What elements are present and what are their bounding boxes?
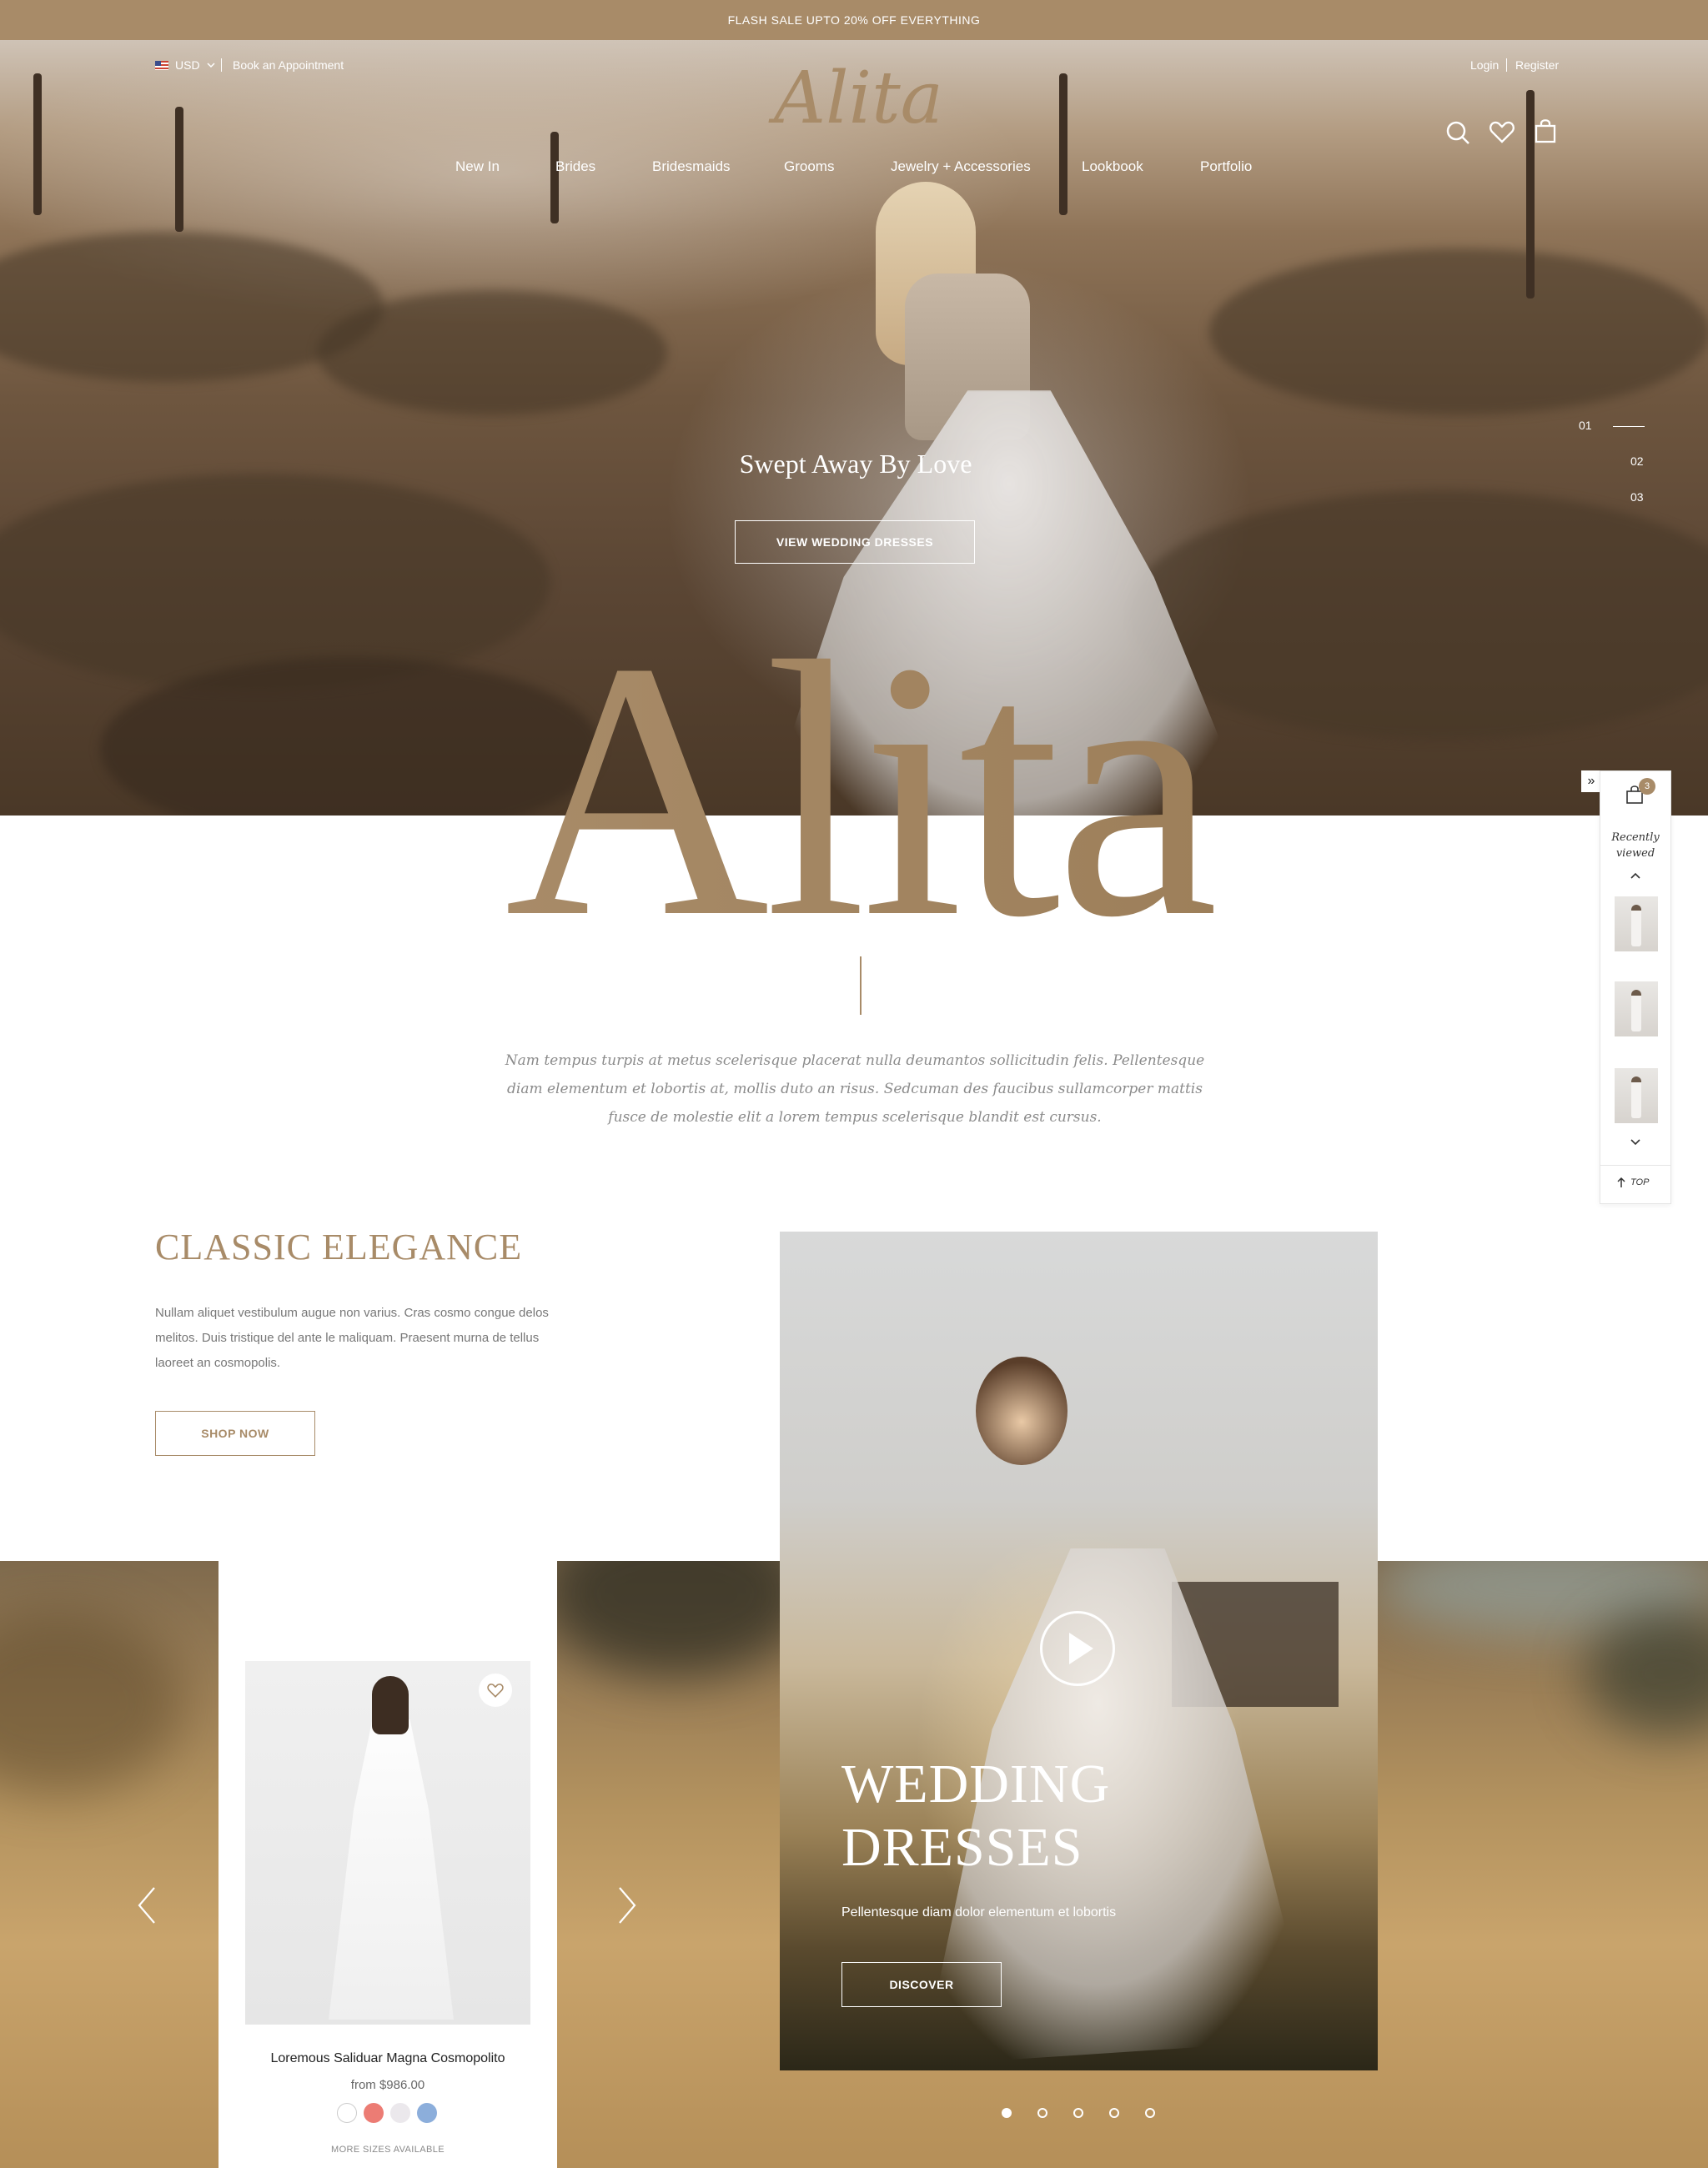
more-sizes-note: MORE SIZES AVAILABLE — [331, 2145, 445, 2155]
carousel-next-icon[interactable] — [617, 1886, 637, 1925]
promo-bar: FLASH SALE UPTO 20% OFF EVERYTHING — [0, 0, 1708, 40]
panel-collapse-button[interactable]: » — [1581, 770, 1601, 792]
panel-divider — [1600, 1165, 1670, 1166]
product-image[interactable] — [245, 1661, 530, 2025]
book-appointment-link[interactable]: Book an Appointment — [233, 58, 344, 72]
header-divider — [1506, 58, 1507, 72]
wedding-dresses-video-card: WEDDING DRESSES Pellentesque diam dolor … — [780, 1232, 1378, 2070]
discover-button[interactable]: DISCOVER — [841, 1962, 1002, 2007]
heart-icon[interactable] — [1489, 120, 1515, 143]
promo-text: FLASH SALE UPTO 20% OFF EVERYTHING — [727, 13, 981, 27]
nav-new-in[interactable]: New In — [455, 158, 500, 175]
big-wordmark: Alita — [505, 600, 1221, 951]
color-swatch[interactable] — [390, 2103, 410, 2123]
top-label: TOP — [1630, 1177, 1650, 1187]
view-wedding-dresses-button[interactable]: VIEW WEDDING DRESSES — [735, 520, 975, 564]
product-name[interactable]: Loremous Saliduar Magna Cosmopolito — [219, 2051, 557, 2066]
header-divider — [221, 58, 222, 72]
cart-count-badge: 3 — [1639, 778, 1655, 795]
shop-now-button[interactable]: SHOP NOW — [155, 1411, 315, 1456]
slide-number[interactable]: 02 — [1630, 454, 1644, 468]
nav-bridesmaids[interactable]: Bridesmaids — [652, 158, 731, 175]
play-button[interactable] — [1040, 1611, 1115, 1686]
nav-lookbook[interactable]: Lookbook — [1082, 158, 1143, 175]
heart-icon — [487, 1684, 504, 1698]
recently-viewed-label: Recently viewed — [1611, 831, 1660, 860]
classic-elegance-body: Nullam aliquet vestibulum augue non vari… — [155, 1306, 549, 1370]
currency-selector[interactable]: USD — [155, 58, 215, 72]
slide-number-active[interactable]: 01 — [1579, 419, 1592, 432]
slide-active-line — [1613, 426, 1645, 427]
recent-item-thumb[interactable] — [1615, 1068, 1658, 1123]
video-card-title: WEDDING DRESSES — [841, 1754, 1111, 1878]
divider-line — [860, 956, 862, 1015]
nav-brides[interactable]: Brides — [555, 158, 595, 175]
color-swatch[interactable] — [417, 2103, 437, 2123]
chevron-up-icon[interactable] — [1630, 871, 1641, 880]
product-card[interactable]: Loremous Saliduar Magna Cosmopolito from… — [219, 1561, 557, 2168]
play-icon — [1069, 1633, 1093, 1664]
carousel-prev-icon[interactable] — [137, 1886, 157, 1925]
chevron-down-icon[interactable] — [1630, 1138, 1641, 1147]
arrow-up-icon — [1617, 1177, 1625, 1187]
logo[interactable]: Alita — [774, 57, 943, 140]
register-link[interactable]: Register — [1515, 58, 1559, 72]
color-swatch[interactable] — [337, 2103, 357, 2123]
intro-text: Nam tempus turpis at metus scelerisque p… — [505, 1052, 1205, 1126]
wishlist-button[interactable] — [479, 1674, 512, 1707]
nav-jewelry-accessories[interactable]: Jewelry + Accessories — [891, 158, 1031, 175]
login-link[interactable]: Login — [1470, 58, 1499, 72]
recent-item-thumb[interactable] — [1615, 981, 1658, 1036]
carousel-dot[interactable] — [1145, 2108, 1155, 2118]
hero-title: Swept Away By Love — [739, 449, 972, 479]
carousel-dot[interactable] — [1002, 2108, 1012, 2118]
wordmark-text: Alita — [505, 600, 1216, 951]
carousel-dot[interactable] — [1037, 2108, 1047, 2118]
carousel-dot[interactable] — [1073, 2108, 1083, 2118]
chevron-down-icon — [207, 63, 215, 68]
nav-portfolio[interactable]: Portfolio — [1200, 158, 1252, 175]
recent-item-thumb[interactable] — [1615, 896, 1658, 951]
us-flag-icon — [155, 60, 168, 70]
search-icon[interactable] — [1445, 120, 1470, 145]
currency-label: USD — [175, 58, 200, 72]
video-card-subtitle: Pellentesque diam dolor elementum et lob… — [841, 1905, 1117, 1920]
classic-elegance-title: CLASSIC ELEGANCE — [155, 1227, 523, 1267]
recently-viewed-panel: 3 Recently viewed TOP — [1600, 770, 1671, 1204]
carousel-dot[interactable] — [1109, 2108, 1119, 2118]
slide-number[interactable]: 03 — [1630, 490, 1644, 504]
back-to-top-button[interactable]: TOP — [1617, 1177, 1649, 1188]
shopping-bag-icon[interactable] — [1535, 118, 1556, 143]
nav-grooms[interactable]: Grooms — [784, 158, 834, 175]
color-swatch[interactable] — [364, 2103, 384, 2123]
product-price: from $986.00 — [350, 2078, 425, 2092]
